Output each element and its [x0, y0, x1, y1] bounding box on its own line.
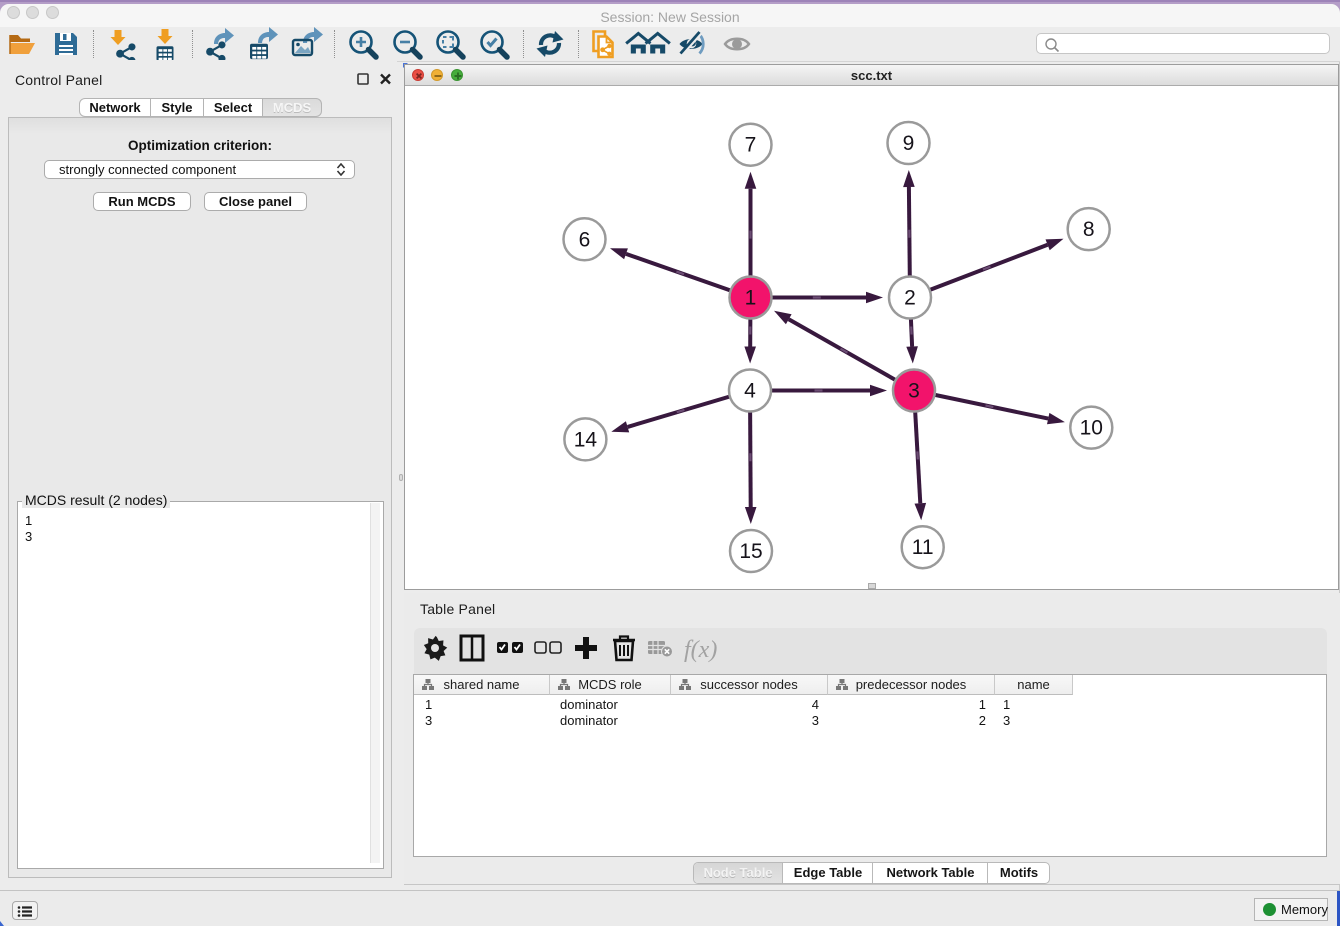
- svg-text:14: 14: [574, 428, 598, 451]
- svg-text:4: 4: [744, 380, 756, 403]
- svg-text:7: 7: [745, 134, 757, 157]
- svg-text:2: 2: [904, 287, 916, 310]
- svg-text:3: 3: [908, 380, 920, 403]
- svg-text:1: 1: [745, 287, 757, 310]
- svg-text:9: 9: [903, 132, 915, 155]
- svg-text:8: 8: [1083, 218, 1095, 241]
- svg-text:11: 11: [912, 536, 934, 559]
- svg-text:10: 10: [1080, 417, 1103, 440]
- svg-text:f(x): f(x): [684, 637, 717, 663]
- svg-text:6: 6: [579, 228, 591, 251]
- svg-text:15: 15: [739, 540, 762, 563]
